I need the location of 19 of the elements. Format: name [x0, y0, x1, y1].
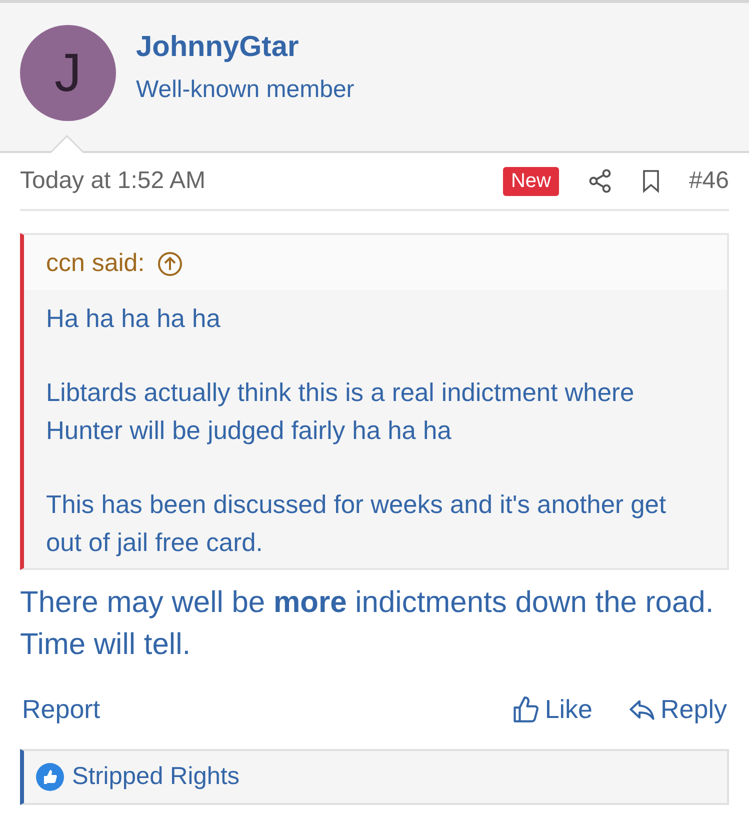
reaction-users-link[interactable]: Stripped Rights — [72, 763, 240, 791]
share-icon[interactable] — [586, 168, 613, 194]
like-reaction-icon — [36, 763, 64, 791]
thumbs-up-icon[interactable] — [510, 694, 541, 724]
quote-paragraph: This has been discussed for weeks and it's another get out of jail free card. — [46, 490, 668, 559]
username-link[interactable]: JohnnyGtar — [136, 31, 354, 64]
avatar[interactable]: J — [20, 25, 116, 121]
quote-paragraph: Libtards actually think this is a real indictment where Hunter will be judged fairly ha ha ha — [46, 378, 636, 447]
post-time[interactable]: Today at 1:52 AM — [20, 167, 503, 195]
report-link[interactable]: Report — [22, 694, 100, 725]
quote-paragraph: Ha ha ha ha ha — [46, 304, 222, 335]
up-arrow-circle-icon[interactable] — [156, 250, 183, 276]
post-text: There may well be more indictments down the road. Time will tell. — [20, 585, 715, 663]
reply-link[interactable]: Reply — [660, 694, 727, 725]
new-badge: New — [502, 166, 559, 196]
user-title: Well-known member — [136, 76, 354, 104]
like-link[interactable]: Like — [544, 694, 593, 725]
post-number-link[interactable]: #46 — [688, 167, 729, 195]
quote-attribution[interactable]: ccn said: — [46, 249, 145, 278]
